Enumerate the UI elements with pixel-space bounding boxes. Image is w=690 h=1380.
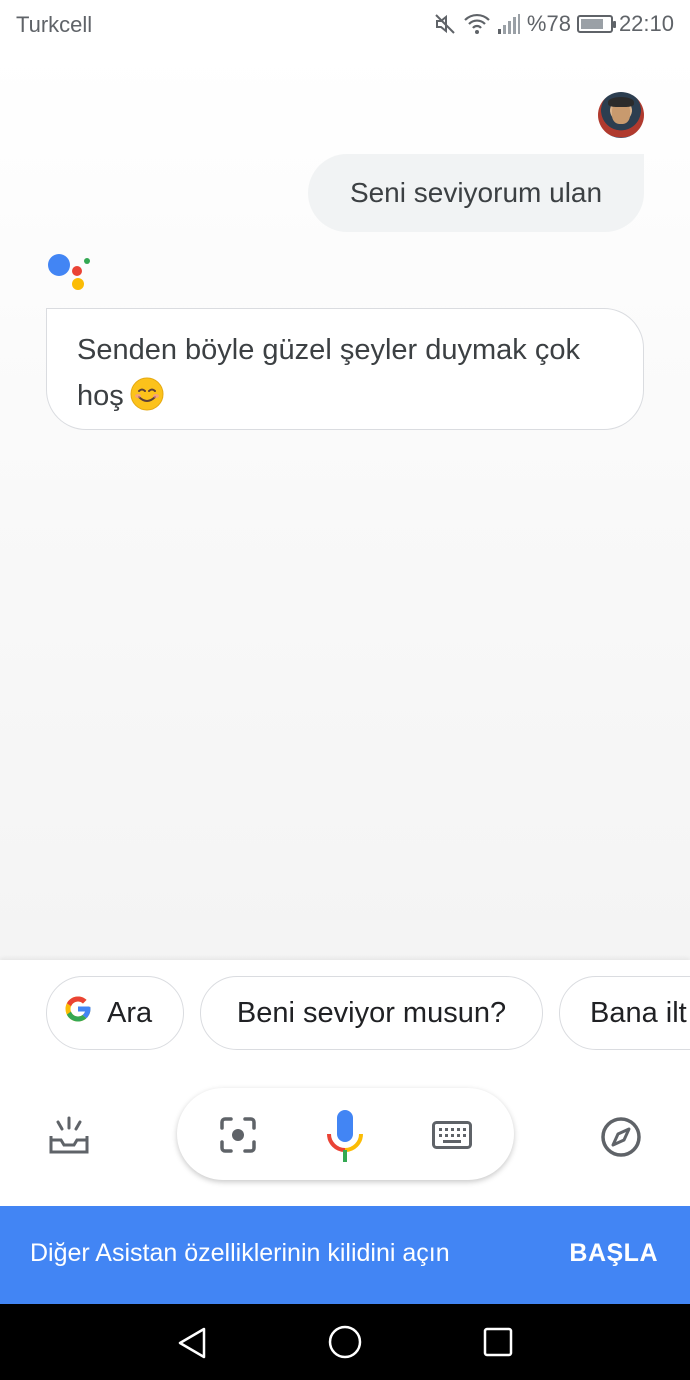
navigation-bar bbox=[0, 1304, 690, 1380]
signal-icon bbox=[497, 13, 521, 35]
conversation-area: Seni seviyorum ulan Senden böyle güzel ş… bbox=[0, 48, 690, 960]
status-bar: Turkcell %78 22:10 bbox=[0, 0, 690, 48]
recents-icon[interactable] bbox=[483, 1327, 513, 1362]
battery-icon bbox=[576, 15, 616, 33]
suggestion-label: Ara bbox=[107, 996, 153, 1029]
home-icon[interactable] bbox=[328, 1325, 362, 1364]
suggestion-chip-love[interactable]: Beni seviyor musun? bbox=[200, 976, 543, 1050]
assistant-message-bubble: Senden böyle güzel şeyler duymak çok hoş bbox=[46, 308, 644, 430]
input-controls-pill bbox=[177, 1088, 514, 1180]
suggestion-chip-ara[interactable]: Ara bbox=[46, 976, 184, 1050]
logo-dot-yellow bbox=[72, 278, 84, 290]
suggestion-chip-bana[interactable]: Bana ilt bbox=[559, 976, 690, 1050]
assistant-logo-icon bbox=[46, 248, 94, 292]
logo-dot-red bbox=[72, 266, 82, 276]
logo-dot-blue bbox=[48, 254, 70, 276]
unlock-features-banner: Diğer Asistan özelliklerinin kilidini aç… bbox=[0, 1206, 690, 1304]
battery-percent: %78 bbox=[526, 11, 571, 36]
keyboard-icon[interactable] bbox=[432, 1121, 472, 1154]
clock: 22:10 bbox=[618, 11, 674, 36]
back-icon[interactable] bbox=[176, 1326, 208, 1365]
microphone-icon[interactable] bbox=[325, 1108, 365, 1169]
banner-text: Diğer Asistan özelliklerinin kilidini aç… bbox=[30, 1239, 450, 1267]
updates-tray-icon[interactable] bbox=[48, 1116, 90, 1161]
user-avatar[interactable] bbox=[598, 92, 644, 138]
battery-fill bbox=[580, 19, 603, 29]
smiling-face-emoji-icon bbox=[130, 377, 164, 411]
user-message-bubble: Seni seviyorum ulan bbox=[308, 154, 644, 232]
avatar-hair bbox=[608, 97, 634, 107]
carrier-name: Turkcell bbox=[16, 12, 93, 37]
wifi-icon bbox=[463, 12, 491, 36]
start-button[interactable]: BAŞLA bbox=[569, 1239, 658, 1268]
suggestion-label: Beni seviyor musun? bbox=[236, 996, 507, 1029]
bottom-controls bbox=[0, 1088, 690, 1184]
google-g-icon bbox=[63, 994, 93, 1032]
mute-icon bbox=[433, 12, 457, 36]
explore-compass-icon[interactable] bbox=[600, 1116, 642, 1163]
status-icons: %78 22:10 bbox=[433, 10, 674, 38]
logo-dot-green bbox=[84, 258, 90, 264]
suggestion-label: Bana ilt bbox=[590, 996, 687, 1029]
user-message-text: Seni seviyorum ulan bbox=[349, 177, 603, 208]
suggestions-panel: Ara Beni seviyor musun? Bana ilt bbox=[0, 960, 690, 1206]
lens-icon[interactable] bbox=[219, 1116, 257, 1159]
